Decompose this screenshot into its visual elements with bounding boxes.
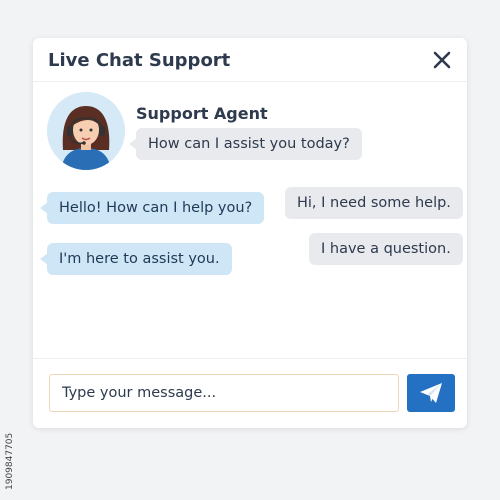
agent-avatar-icon <box>47 92 125 170</box>
chat-widget: Live Chat Support Support Agent How can … <box>33 38 467 428</box>
send-button[interactable] <box>407 374 455 412</box>
message-bubble-agent: Hello! How can I help you? <box>47 192 265 224</box>
message-bubble-user: I have a question. <box>309 233 463 265</box>
chat-title: Live Chat Support <box>48 50 231 71</box>
bubble-tail <box>452 198 460 210</box>
message-bubble-agent: I'm here to assist you. <box>47 243 232 275</box>
composer-divider <box>33 358 467 359</box>
chat-header: Live Chat Support <box>33 38 467 82</box>
close-button[interactable] <box>431 49 453 71</box>
close-icon <box>433 51 451 69</box>
message-bubble-user: Hi, I need some help. <box>285 187 463 219</box>
agent-avatar <box>47 92 125 170</box>
stock-watermark-id: 1909847705 <box>5 432 15 490</box>
agent-greeting-bubble: How can I assist you today? <box>136 128 362 160</box>
send-icon <box>420 383 442 403</box>
message-input[interactable] <box>49 374 399 412</box>
bubble-tail <box>453 243 461 255</box>
agent-name: Support Agent <box>136 104 268 123</box>
